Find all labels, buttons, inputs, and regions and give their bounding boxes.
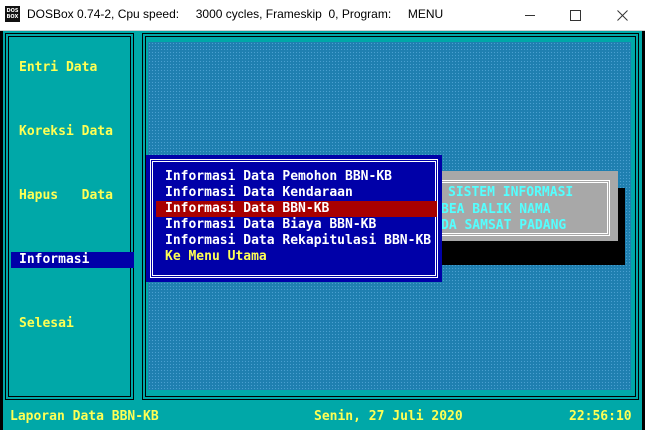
maximize-button[interactable] — [552, 0, 598, 30]
status-report-label: Laporan Data BBN-KB — [10, 409, 159, 424]
dosbox-app-icon[interactable]: DOS BOX — [5, 6, 20, 22]
menu-item-entri-data[interactable]: Entri Data — [19, 60, 97, 76]
submenu-item-kendaraan[interactable]: Informasi Data Kendaraan — [156, 185, 437, 201]
info-line-2: BEA BALIK NAMA — [441, 202, 551, 217]
maximize-icon — [569, 9, 581, 21]
informasi-submenu: Informasi Data Pemohon BBN-KB Informasi … — [146, 155, 442, 282]
close-button[interactable] — [599, 0, 645, 30]
submenu-item-pemohon[interactable]: Informasi Data Pemohon BBN-KB — [156, 169, 437, 185]
menu-item-informasi[interactable]: Informasi — [11, 252, 134, 268]
main-menu-frame — [5, 33, 134, 400]
info-line-1: SISTEM INFORMASI — [448, 185, 574, 200]
submenu-item-biaya[interactable]: Informasi Data Biaya BBN-KB — [156, 217, 437, 233]
status-bar: Laporan Data BBN-KB Senin, 27 Juli 2020 … — [3, 404, 642, 430]
submenu-item-back-to-main[interactable]: Ke Menu Utama — [156, 249, 437, 265]
dos-screen[interactable]: Entri Data Koreksi Data Hapus Data Infor… — [3, 31, 642, 430]
menu-item-koreksi-data[interactable]: Koreksi Data — [19, 124, 113, 140]
submenu-item-rekapitulasi[interactable]: Informasi Data Rekapitulasi BBN-KB — [156, 233, 437, 249]
status-date: Senin, 27 Juli 2020 — [314, 409, 463, 424]
window-title: DOSBox 0.74-2, Cpu speed: 3000 cycles, F… — [27, 7, 444, 21]
system-info-box: SISTEM INFORMASI BEA BALIK NAMA DA SAMSA… — [418, 171, 618, 241]
main-menu-panel: Entri Data Koreksi Data Hapus Data Infor… — [5, 33, 134, 400]
menu-item-selesai[interactable]: Selesai — [19, 316, 74, 332]
submenu-item-bbn-kb[interactable]: Informasi Data BBN-KB — [156, 201, 437, 217]
close-icon — [616, 9, 628, 21]
info-line-3: DA SAMSAT PADANG — [441, 218, 567, 233]
minimize-icon — [525, 14, 535, 16]
menu-item-hapus-data[interactable]: Hapus Data — [19, 188, 113, 204]
status-time: 22:56:10 — [569, 409, 632, 424]
window-title-bar: DOS BOX DOSBox 0.74-2, Cpu speed: 3000 c… — [0, 0, 645, 31]
minimize-button[interactable] — [507, 0, 553, 30]
